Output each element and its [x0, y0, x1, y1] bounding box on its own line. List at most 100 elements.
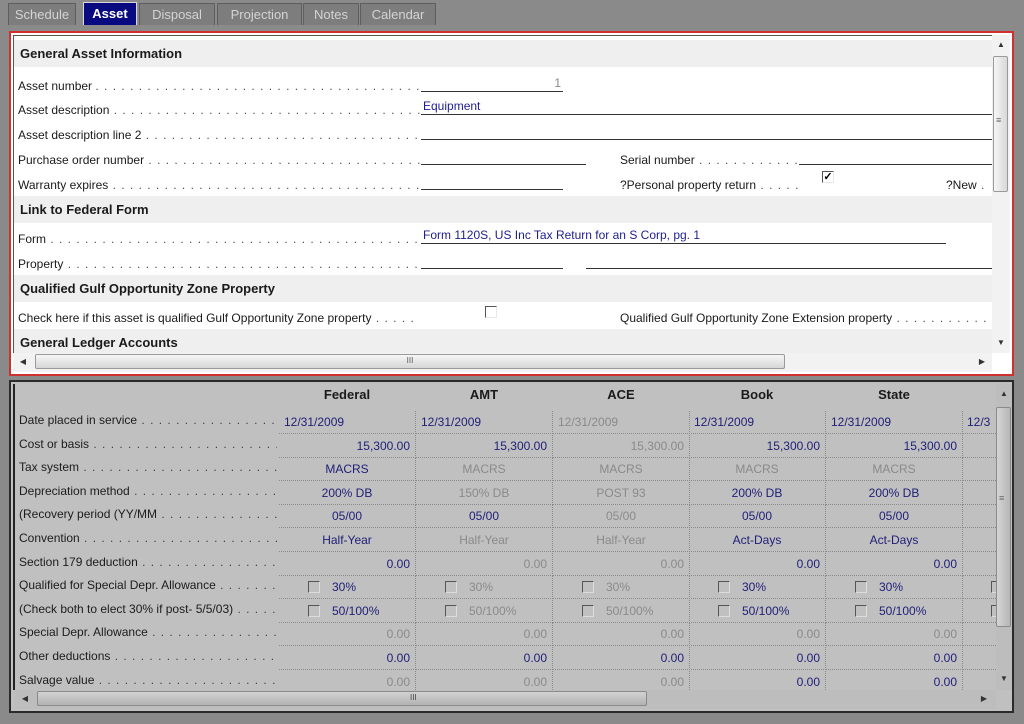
top-vertical-scrollbar[interactable]: ▲ ≡ ▼ [992, 35, 1010, 353]
asset-number-field[interactable]: 1 [421, 76, 563, 92]
gulf-zone-checkbox[interactable] [485, 306, 497, 318]
purchase-order-field[interactable] [421, 149, 586, 165]
grid-cell-amt[interactable]: 0.00 [416, 647, 553, 670]
grid-cell-amt[interactable]: 12/31/2009 [416, 411, 553, 434]
grid-cell-federal[interactable]: MACRS [279, 458, 416, 482]
grid-cell-book[interactable]: MACRS [689, 458, 826, 482]
grid-cell-amt[interactable]: 50/100% [416, 599, 553, 623]
bottom-vertical-scrollbar[interactable]: ▲ ≡ ▼ [996, 384, 1012, 690]
scroll-up-icon[interactable]: ▲ [993, 37, 1009, 53]
grid-cell-ace[interactable]: 0.00 [553, 623, 690, 647]
grid-cell-state[interactable]: 05/00 [826, 505, 963, 529]
grid-cell-book[interactable]: Act-Days [689, 529, 826, 552]
checkbox[interactable] [855, 581, 867, 594]
grid-cell-ace[interactable]: 05/00 [553, 505, 690, 529]
checkbox[interactable] [308, 604, 320, 617]
grid-cell-book[interactable]: 15,300.00 [689, 434, 826, 458]
scroll-left-icon[interactable]: ◀ [15, 354, 31, 370]
grid-cell-federal[interactable]: 0.00 [279, 670, 416, 690]
grid-cell-ace[interactable]: MACRS [553, 458, 690, 482]
scroll-up-icon[interactable]: ▲ [996, 386, 1012, 402]
grid-cell-ace[interactable]: 15,300.00 [553, 434, 690, 458]
grid-cell-state[interactable]: 12/31/2009 [826, 411, 963, 434]
grid-cell-federal[interactable]: 15,300.00 [279, 434, 416, 458]
grid-cell-partial[interactable] [962, 553, 996, 576]
grid-cell-book[interactable]: 0.00 [689, 552, 826, 576]
grid-cell-federal[interactable]: 0.00 [279, 552, 416, 576]
warranty-field[interactable] [421, 174, 563, 190]
grid-cell-ace[interactable]: 50/100% [553, 599, 690, 623]
bottom-vertical-scroll-thumb[interactable]: ≡ [996, 407, 1011, 627]
checkbox[interactable] [445, 581, 457, 594]
top-vertical-scroll-thumb[interactable]: ≡ [993, 56, 1008, 192]
grid-cell-federal[interactable]: Half-Year [279, 529, 416, 552]
scroll-left-icon[interactable]: ◀ [17, 691, 33, 707]
grid-cell-ace[interactable]: 0.00 [553, 670, 690, 690]
grid-cell-partial[interactable] [962, 505, 996, 529]
tab-projection[interactable]: Projection [217, 3, 302, 25]
grid-cell-ace[interactable]: 30% [553, 576, 690, 600]
grid-cell-book[interactable]: 12/31/2009 [689, 411, 826, 434]
grid-cell-federal[interactable]: 50/100% [279, 599, 416, 623]
grid-cell-state[interactable]: 0.00 [826, 623, 963, 647]
bottom-horizontal-scrollbar[interactable]: ◀ III ▶ [15, 690, 996, 709]
grid-cell-amt[interactable]: 05/00 [416, 505, 553, 529]
grid-cell-ace[interactable]: POST 93 [553, 481, 690, 505]
grid-cell-partial[interactable] [962, 458, 996, 482]
grid-cell-book[interactable]: 0.00 [689, 670, 826, 690]
form-field[interactable]: Form 1120S, US Inc Tax Return for an S C… [421, 228, 946, 244]
tab-calendar[interactable]: Calendar [360, 3, 436, 25]
grid-cell-ace[interactable]: 12/31/2009 [553, 411, 690, 434]
asset-description2-field[interactable] [421, 124, 992, 140]
grid-cell-federal[interactable]: 30% [279, 576, 416, 600]
grid-cell-partial[interactable] [962, 647, 996, 670]
grid-cell-book[interactable]: 50/100% [689, 599, 826, 623]
grid-cell-federal[interactable]: 12/31/2009 [279, 411, 416, 434]
checkbox[interactable] [308, 581, 320, 594]
serial-number-field[interactable] [799, 149, 992, 165]
grid-cell-state[interactable]: 200% DB [826, 481, 963, 505]
grid-cell-amt[interactable]: 0.00 [416, 552, 553, 576]
scroll-right-icon[interactable]: ▶ [974, 354, 990, 370]
grid-cell-amt[interactable]: MACRS [416, 458, 553, 482]
grid-cell-book[interactable]: 0.00 [689, 623, 826, 647]
top-horizontal-scroll-thumb[interactable]: III [35, 354, 785, 369]
grid-cell-book[interactable]: 200% DB [689, 481, 826, 505]
grid-cell-federal[interactable]: 0.00 [279, 647, 416, 670]
grid-cell-federal[interactable]: 200% DB [279, 481, 416, 505]
grid-cell-amt[interactable]: 150% DB [416, 481, 553, 505]
checkbox[interactable] [855, 604, 867, 617]
checkbox[interactable] [718, 581, 730, 594]
grid-cell-partial[interactable] [962, 671, 996, 690]
grid-cell-amt[interactable]: 0.00 [416, 623, 553, 647]
bottom-horizontal-scroll-thumb[interactable]: III [37, 691, 647, 706]
grid-cell-federal[interactable]: 05/00 [279, 505, 416, 529]
grid-cell-state[interactable]: 0.00 [826, 670, 963, 690]
grid-cell-state[interactable]: 50/100% [826, 599, 963, 623]
checkbox[interactable] [445, 604, 457, 617]
grid-cell-ace[interactable]: 0.00 [553, 552, 690, 576]
grid-cell-amt[interactable]: 15,300.00 [416, 434, 553, 458]
grid-cell-state[interactable]: 0.00 [826, 552, 963, 576]
tab-notes[interactable]: Notes [303, 3, 359, 25]
grid-cell-book[interactable]: 05/00 [689, 505, 826, 529]
grid-cell-partial[interactable]: 12/3 [962, 411, 996, 434]
checkbox[interactable] [582, 581, 594, 594]
scroll-down-icon[interactable]: ▼ [993, 335, 1009, 351]
grid-cell-partial[interactable] [962, 623, 996, 647]
tab-schedule[interactable]: Schedule [8, 3, 76, 25]
grid-cell-ace[interactable]: Half-Year [553, 529, 690, 552]
asset-description-field[interactable]: Equipment [421, 99, 992, 115]
personal-property-checkbox[interactable]: ✓ [822, 171, 834, 183]
grid-cell-ace[interactable]: 0.00 [553, 647, 690, 670]
grid-cell-state[interactable]: Act-Days [826, 529, 963, 552]
grid-cell-partial[interactable] [962, 435, 996, 458]
scroll-down-icon[interactable]: ▼ [996, 671, 1012, 687]
grid-cell-book[interactable]: 0.00 [689, 647, 826, 670]
tab-asset[interactable]: Asset [83, 2, 137, 25]
grid-cell-partial[interactable] [962, 576, 996, 600]
scroll-right-icon[interactable]: ▶ [976, 691, 992, 707]
property-field-1[interactable] [421, 253, 563, 269]
grid-cell-state[interactable]: MACRS [826, 458, 963, 482]
grid-cell-book[interactable]: 30% [689, 576, 826, 600]
